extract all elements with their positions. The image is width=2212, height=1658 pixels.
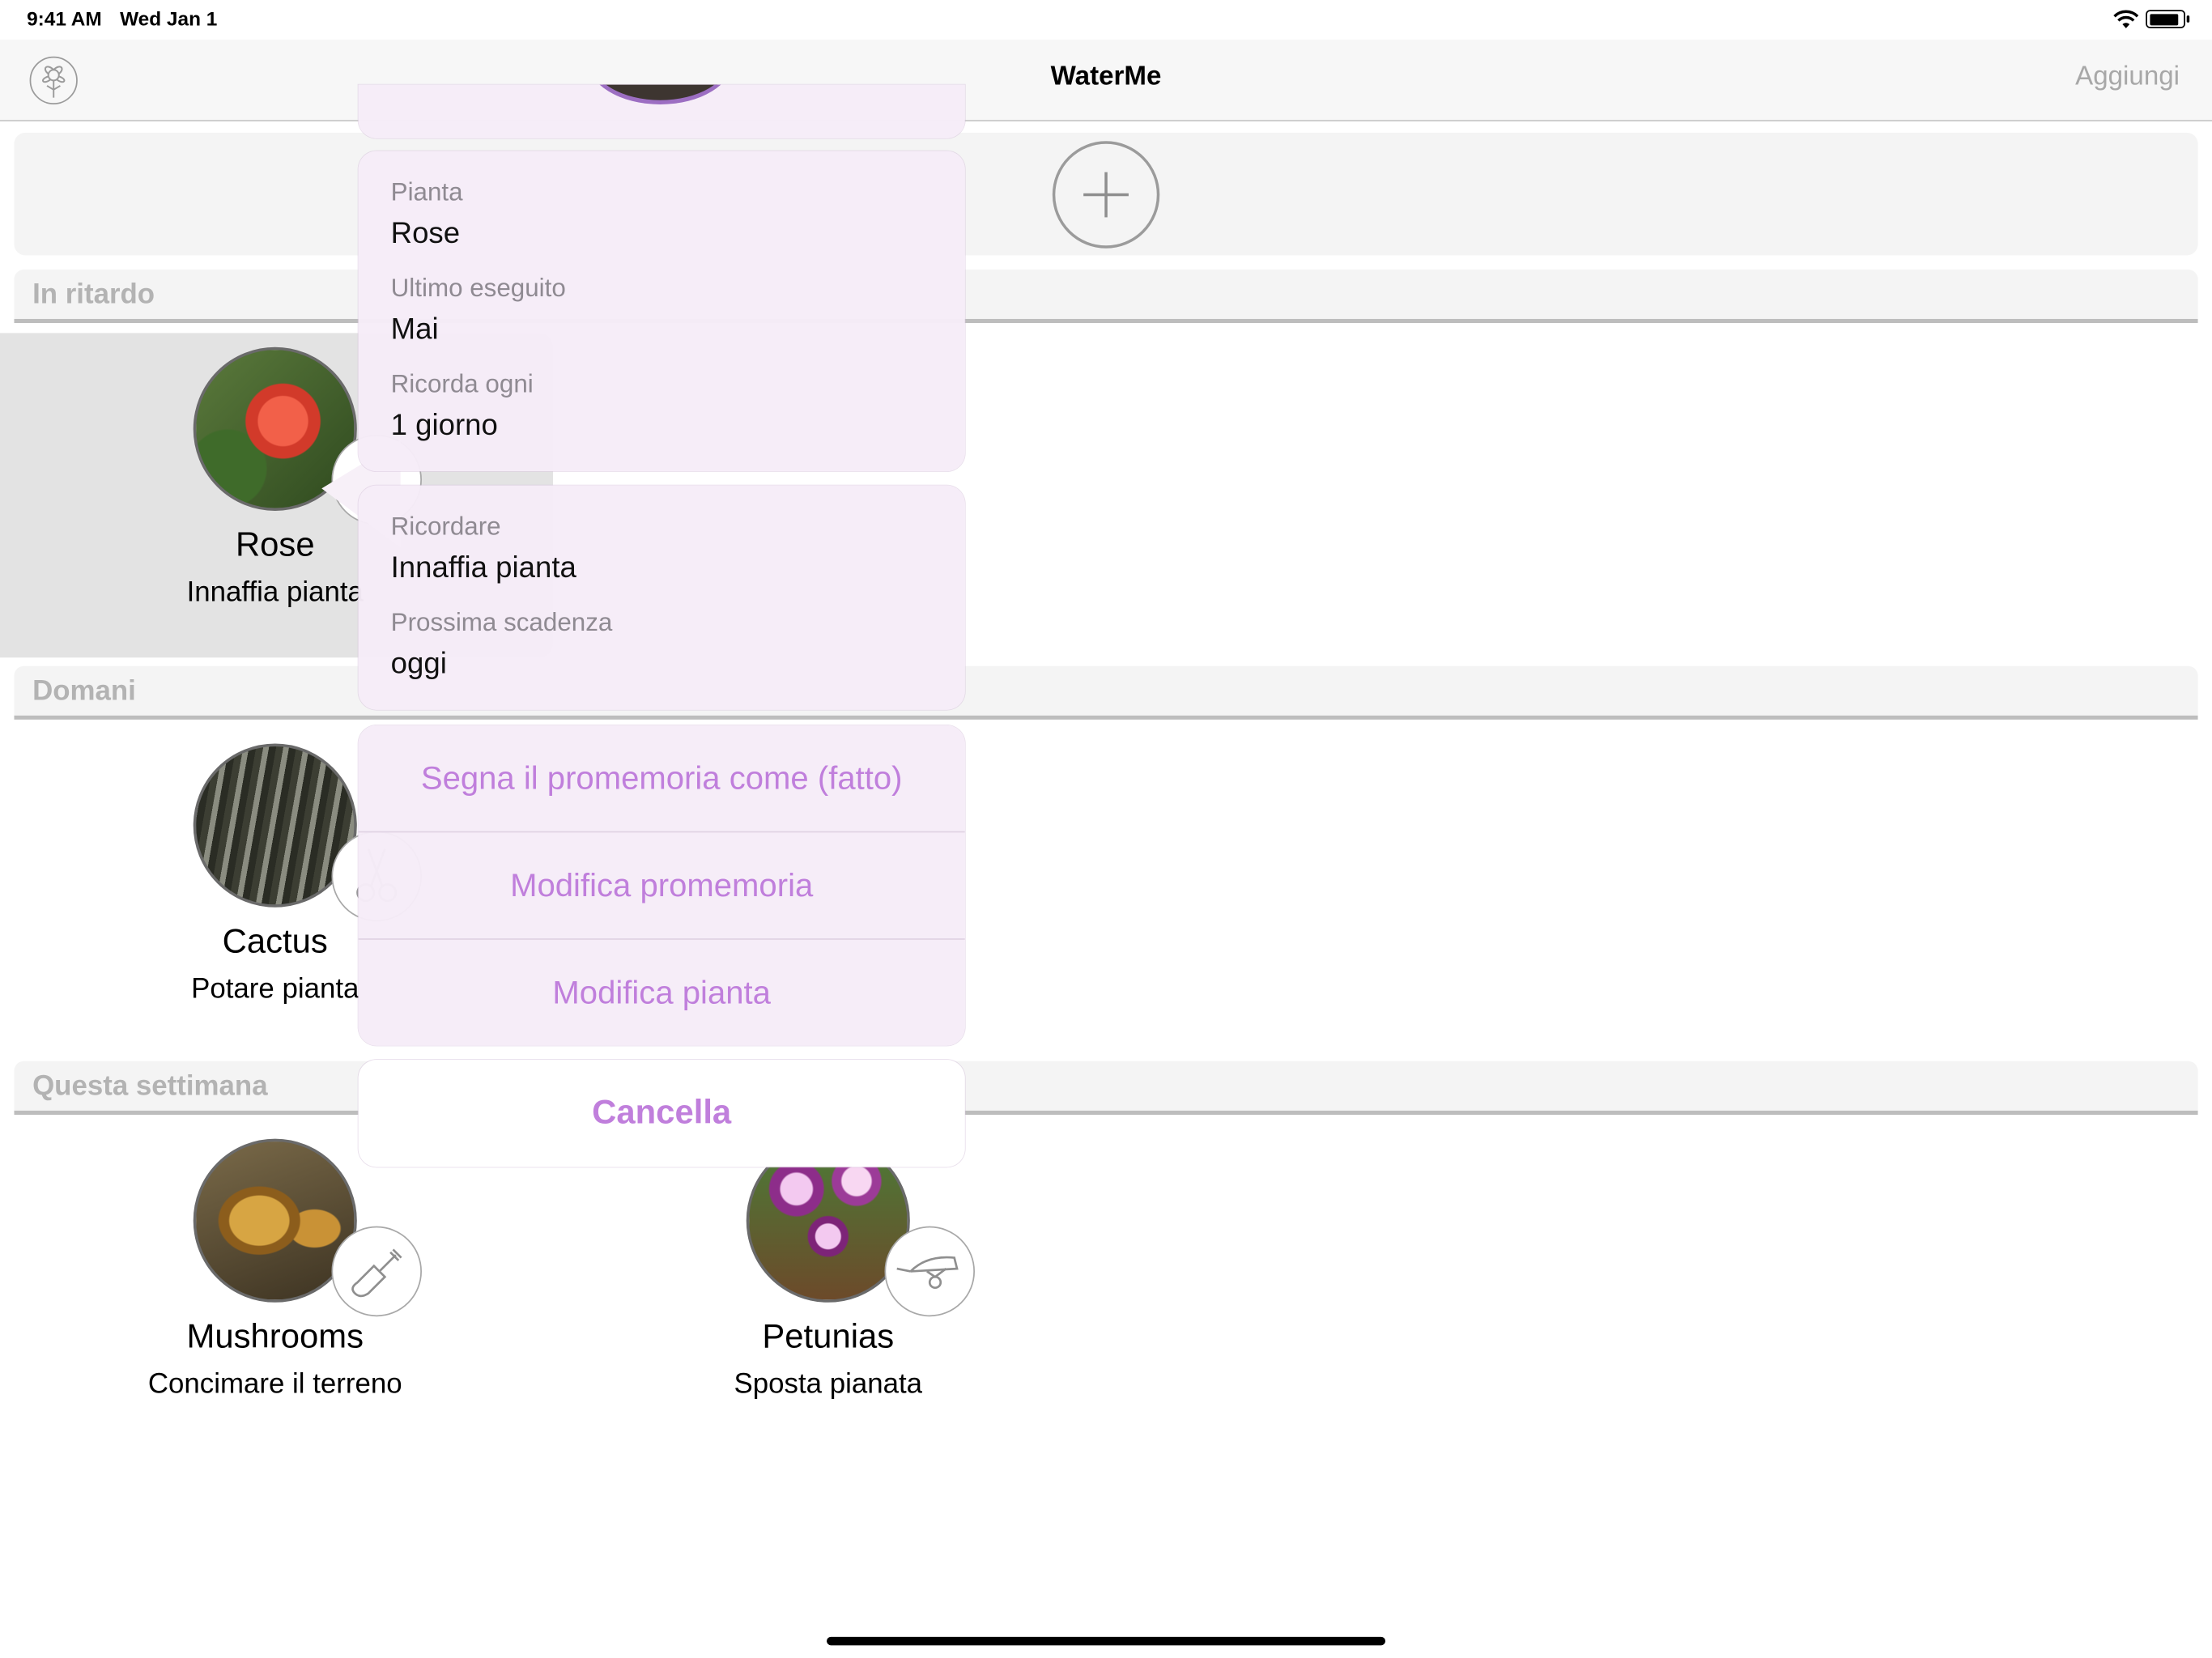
remind-value: Innaffia pianta	[390, 551, 576, 585]
cancel-button[interactable]: Cancella	[359, 1060, 965, 1167]
section-title-this-week: Questa settimana	[32, 1070, 268, 1103]
plant-task: Sposta pianata	[734, 1368, 923, 1401]
remind-every-label: Ricorda ogni	[390, 369, 534, 398]
section-title-overdue: In ritardo	[32, 279, 155, 311]
section-header-overdue: In ritardo	[14, 269, 2198, 324]
home-indicator[interactable]	[827, 1636, 1386, 1646]
add-plant-button[interactable]	[1052, 141, 1160, 249]
plant-label: Pianta	[390, 177, 463, 206]
remind-every-value: 1 giorno	[390, 409, 498, 442]
add-button[interactable]: Aggiungi	[2075, 62, 2180, 93]
plant-name: Mushrooms	[186, 1317, 364, 1357]
plant-task: Concimare il terreno	[147, 1368, 402, 1401]
last-done-label: Ultimo eseguito	[390, 274, 566, 303]
last-done-value: Mai	[390, 312, 439, 346]
reminder-details-group: Pianta Rose Ultimo eseguito Mai Ricorda …	[358, 151, 965, 472]
cancel-group: Cancella	[358, 1059, 965, 1167]
plant-avatar	[586, 84, 734, 104]
plant-cell-petunias[interactable]: Petunias Sposta pianata	[644, 1138, 1011, 1422]
edit-reminder-button[interactable]: Modifica promemoria	[359, 832, 965, 938]
app-screen: 9:41 AM Wed Jan 1 WaterMe Aggiungi In ri…	[0, 0, 2212, 1658]
remind-label: Ricordare	[390, 512, 501, 541]
battery-icon	[2146, 10, 2190, 28]
plant-value: Rose	[390, 217, 461, 250]
plant-name: Petunias	[762, 1317, 895, 1357]
wifi-icon	[2113, 10, 2139, 28]
nav-title: WaterMe	[1050, 62, 1162, 92]
mark-done-button[interactable]: Segna il promemoria come (fatto)	[359, 725, 965, 831]
add-reminder-row	[14, 132, 2198, 256]
trowel-icon	[331, 1226, 422, 1317]
plant-cell-mushrooms[interactable]: Mushrooms Concimare il terreno	[91, 1138, 458, 1422]
reminder-schedule-group: Ricordare Innaffia pianta Prossima scade…	[358, 485, 965, 710]
navigation-bar: WaterMe Aggiungi	[0, 39, 2212, 121]
action-buttons-group: Segna il promemoria come (fatto) Modific…	[358, 725, 965, 1046]
section-header-this-week: Questa settimana	[14, 1061, 2198, 1115]
status-time: 9:41 AM	[27, 6, 102, 30]
wheelbarrow-icon	[884, 1226, 975, 1317]
status-bar: 9:41 AM Wed Jan 1	[0, 0, 2212, 40]
status-date: Wed Jan 1	[120, 6, 218, 30]
section-title-tomorrow: Domani	[32, 675, 136, 708]
battery-level-fill	[2149, 13, 2179, 25]
section-header-tomorrow: Domani	[14, 665, 2198, 720]
edit-plant-button[interactable]: Modifica pianta	[359, 940, 965, 1046]
next-due-value: oggi	[390, 648, 447, 681]
popover-header	[358, 84, 965, 138]
next-due-label: Prossima scadenza	[390, 608, 613, 637]
